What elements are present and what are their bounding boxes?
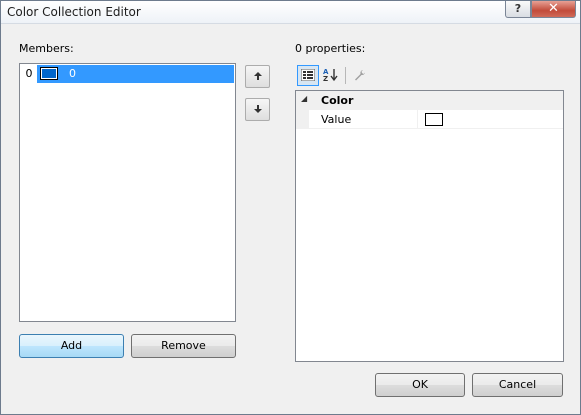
window-title: Color Collection Editor (7, 5, 141, 19)
grid-column-divider (417, 110, 418, 128)
color-swatch (425, 113, 443, 126)
property-pages-button[interactable] (349, 65, 371, 86)
member-index: 0 (22, 65, 36, 83)
toolbar-separator (345, 67, 346, 84)
cancel-button[interactable]: Cancel (472, 373, 563, 397)
property-name: Value (321, 113, 352, 126)
property-grid[interactable]: ◢ Color Value (295, 90, 564, 362)
members-label: Members: (19, 42, 74, 55)
category-row[interactable]: ◢ Color (296, 91, 563, 110)
remove-button[interactable]: Remove (131, 334, 236, 358)
sort-alphabetical-icon: A Z (323, 68, 338, 83)
alphabetical-button[interactable]: A Z (320, 65, 342, 86)
close-icon: ✕ (548, 1, 559, 16)
selection-highlight (37, 65, 234, 83)
properties-label: 0 properties: (295, 42, 366, 55)
wrench-icon (355, 70, 365, 81)
property-grid-toolbar: A Z (295, 64, 563, 88)
color-swatch (40, 67, 58, 80)
categorized-icon (300, 68, 316, 82)
up-arrow-icon (253, 72, 262, 80)
color-collection-editor-dialog: Color Collection Editor ? ✕ Members: 0 0… (0, 0, 581, 415)
svg-text:Z: Z (323, 75, 328, 82)
move-up-button[interactable] (245, 65, 270, 88)
collapse-triangle-icon[interactable]: ◢ (301, 94, 307, 103)
grid-left-margin (296, 110, 309, 129)
categorized-button[interactable] (297, 65, 319, 86)
property-row-value[interactable]: Value (309, 110, 563, 129)
down-arrow-icon (253, 105, 262, 113)
category-label: Color (321, 94, 354, 107)
ok-button[interactable]: OK (375, 373, 465, 397)
help-button[interactable]: ? (505, 1, 531, 18)
members-list[interactable]: 0 0 (19, 63, 236, 322)
member-value: 0 (69, 67, 76, 80)
close-button[interactable]: ✕ (531, 1, 576, 18)
list-item[interactable]: 0 0 (21, 65, 234, 83)
title-bar: Color Collection Editor ? ✕ (1, 1, 580, 24)
move-down-button[interactable] (245, 98, 270, 121)
help-icon: ? (514, 2, 522, 15)
add-button[interactable]: Add (19, 334, 124, 358)
